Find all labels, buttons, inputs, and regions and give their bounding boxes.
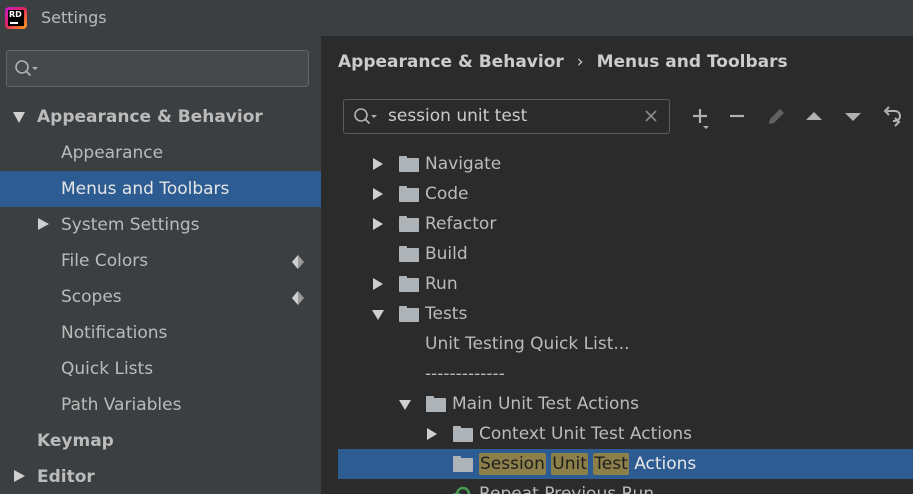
collapse-arrow-icon[interactable] <box>38 218 49 230</box>
search-match: Session <box>479 453 546 475</box>
tree-item-code[interactable]: Code <box>338 179 913 209</box>
tree-item-label-rest: Actions <box>634 454 697 474</box>
tree-item-label: Context Unit Test Actions <box>479 424 692 444</box>
tree-item-unit-testing-quick-list[interactable]: Unit Testing Quick List... <box>338 329 913 359</box>
actions-search-input[interactable]: session unit test <box>343 99 670 134</box>
sidebar-item-appearance-behavior[interactable]: Appearance & Behavior <box>0 99 321 135</box>
breadcrumb-parent[interactable]: Appearance & Behavior <box>338 52 564 72</box>
tree-item-tests[interactable]: Tests <box>338 299 913 329</box>
clear-icon[interactable] <box>644 109 658 123</box>
breadcrumb: Appearance & Behavior › Menus and Toolbars <box>338 52 788 72</box>
tree-item-context-unit-test-actions[interactable]: Context Unit Test Actions <box>338 419 913 449</box>
sidebar-item-label: Notifications <box>61 323 168 343</box>
folder-icon <box>399 156 419 172</box>
move-up-icon[interactable] <box>799 102 829 132</box>
collapse-arrow-icon[interactable] <box>399 400 411 410</box>
tree-item-label: Tests <box>425 304 468 324</box>
sidebar-item-label: Editor <box>37 467 95 487</box>
search-icon <box>15 60 38 77</box>
folder-icon <box>453 456 473 472</box>
tree-item-run[interactable]: Run <box>338 269 913 299</box>
actions-search-value: session unit test <box>388 106 528 126</box>
repeat-run-icon <box>453 486 471 494</box>
sidebar-item-label: Appearance & Behavior <box>37 107 263 127</box>
sidebar-item-quick-lists[interactable]: Quick Lists <box>0 351 321 387</box>
sidebar-item-file-colors[interactable]: File Colors <box>0 243 321 279</box>
tree-item-build[interactable]: Build <box>338 239 913 269</box>
tree-item-label: Run <box>425 274 458 294</box>
sidebar-item-keymap[interactable]: Keymap <box>0 423 321 459</box>
tree-item-repeat-previous-run[interactable]: Repeat Previous Run <box>338 479 913 494</box>
sidebar-item-label: Scopes <box>61 287 122 307</box>
tree-item-separator[interactable]: ------------- <box>338 359 913 389</box>
project-scope-icon <box>292 255 304 269</box>
tree-item-label: ------------- <box>425 364 505 384</box>
sidebar-item-scopes[interactable]: Scopes <box>0 279 321 315</box>
expand-arrow-icon[interactable] <box>373 188 383 200</box>
breadcrumb-current: Menus and Toolbars <box>596 52 788 72</box>
sidebar-item-editor[interactable]: Editor <box>0 459 321 494</box>
expand-arrow-icon[interactable] <box>13 112 25 123</box>
expand-arrow-icon[interactable] <box>427 428 437 440</box>
tree-item-label: Session Unit Test Actions <box>479 449 696 479</box>
folder-icon <box>399 246 419 262</box>
collapse-arrow-icon[interactable] <box>14 470 25 482</box>
window-title: Settings <box>41 8 107 27</box>
project-scope-icon <box>292 291 304 305</box>
expand-arrow-icon[interactable] <box>373 158 383 170</box>
sidebar-item-label: Quick Lists <box>61 359 154 379</box>
search-icon <box>354 108 377 125</box>
sidebar-item-notifications[interactable]: Notifications <box>0 315 321 351</box>
sidebar-item-menus-toolbars[interactable]: Menus and Toolbars <box>0 171 321 207</box>
tree-item-label: Refactor <box>425 214 497 234</box>
sidebar-item-label: Menus and Toolbars <box>61 179 230 199</box>
remove-icon[interactable] <box>722 102 752 132</box>
tree-item-label: Navigate <box>425 154 502 174</box>
sidebar-item-appearance[interactable]: Appearance <box>0 135 321 171</box>
tree-item-label: Code <box>425 184 469 204</box>
tree-item-label: Unit Testing Quick List... <box>425 334 630 354</box>
folder-icon <box>426 396 446 412</box>
folder-icon <box>399 186 419 202</box>
sidebar-item-path-variables[interactable]: Path Variables <box>0 387 321 423</box>
tree-item-label: Main Unit Test Actions <box>452 394 639 414</box>
app-logo-text: RD <box>9 10 22 19</box>
expand-arrow-icon[interactable] <box>373 218 383 230</box>
restore-icon[interactable] <box>877 102 907 132</box>
app-logo-icon: RD <box>5 7 27 29</box>
sidebar-item-label: Keymap <box>37 431 114 451</box>
sidebar-item-label: File Colors <box>61 251 149 271</box>
search-match: Unit <box>551 453 588 475</box>
folder-icon <box>399 306 419 322</box>
sidebar-item-label: Path Variables <box>61 395 182 415</box>
breadcrumb-separator: › <box>576 52 584 72</box>
collapse-arrow-icon[interactable] <box>372 310 384 320</box>
search-match: Test <box>593 453 629 475</box>
tree-item-main-unit-test-actions[interactable]: Main Unit Test Actions <box>338 389 913 419</box>
move-down-icon[interactable] <box>838 102 868 132</box>
sidebar-item-label: System Settings <box>61 215 200 235</box>
settings-sidebar: Appearance & Behavior Appearance Menus a… <box>0 36 321 494</box>
tree-item-navigate[interactable]: Navigate <box>338 149 913 179</box>
actions-toolbar <box>681 102 913 132</box>
folder-icon <box>453 426 473 442</box>
sidebar-item-label: Appearance <box>61 143 164 163</box>
folder-icon <box>399 216 419 232</box>
settings-search-input[interactable] <box>6 50 309 87</box>
title-bar: RD Settings <box>0 0 913 36</box>
add-icon[interactable] <box>685 102 715 132</box>
actions-tree[interactable]: Navigate Code Refactor Build Run Tests U… <box>338 147 913 494</box>
expand-arrow-icon[interactable] <box>373 278 383 290</box>
tree-item-refactor[interactable]: Refactor <box>338 209 913 239</box>
edit-icon[interactable] <box>761 102 791 132</box>
sidebar-item-system-settings[interactable]: System Settings <box>0 207 321 243</box>
folder-icon <box>399 276 419 292</box>
tree-item-label: Build <box>425 244 468 264</box>
tree-item-label: Repeat Previous Run <box>479 484 655 494</box>
settings-content: Appearance & Behavior › Menus and Toolbars… <box>321 36 913 494</box>
tree-item-session-unit-test-actions[interactable]: Session Unit Test Actions <box>338 449 913 479</box>
